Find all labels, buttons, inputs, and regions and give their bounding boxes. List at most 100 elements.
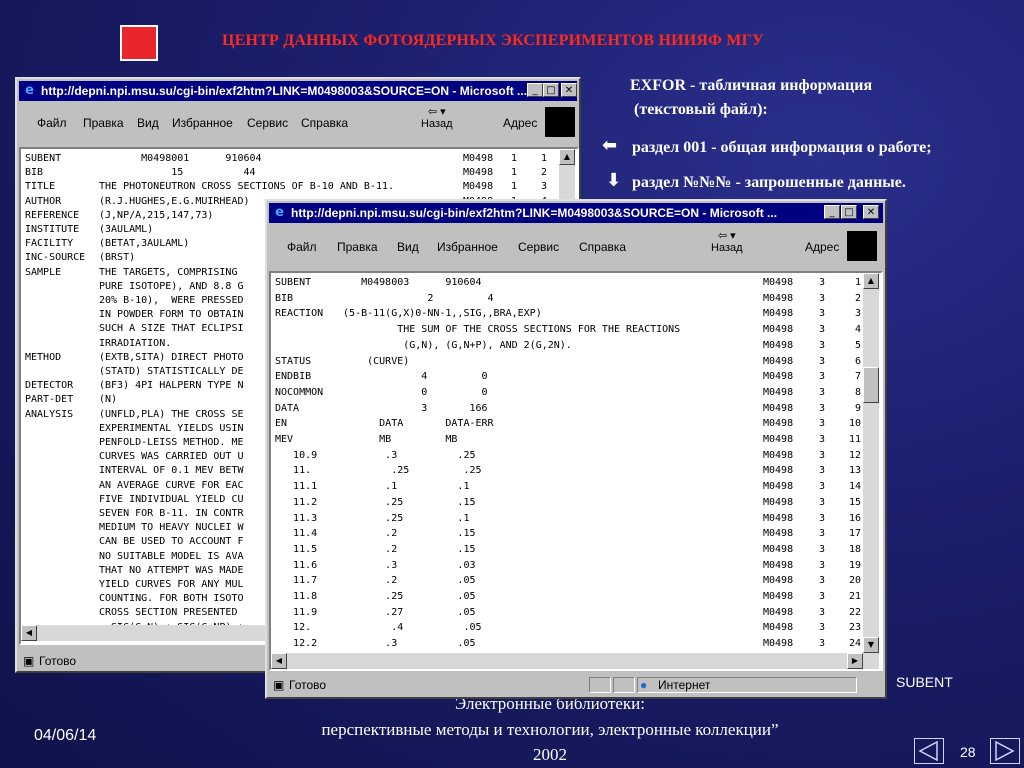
record-subentry: 3 [819, 512, 826, 524]
data-row: 11.7 .2 .05 M0498 3 20 [275, 573, 869, 589]
maximize-button[interactable]: □ [543, 83, 559, 97]
record-subentry: 3 [819, 481, 826, 493]
record-content: .25 .05 [331, 591, 476, 602]
close-button[interactable]: ✕ [561, 83, 577, 97]
back-label: Назад [421, 118, 453, 130]
record-keyword: MEV [275, 434, 294, 445]
menu-edit[interactable]: Правка [337, 240, 378, 254]
record-subentry: 3 [819, 543, 826, 555]
record-subentry: 3 [819, 575, 826, 587]
address-label[interactable]: Адрес [805, 240, 839, 254]
record-keyword: 11.9 [275, 606, 318, 618]
record-subentry: 3 [819, 308, 826, 320]
menu-tools[interactable]: Сервис [518, 240, 559, 254]
record-keyword: 11.1 [275, 481, 318, 493]
record-entry: M0498 [763, 512, 794, 524]
record-line: 22 [848, 606, 861, 618]
record-content: 0 0 [331, 386, 488, 398]
record-line: 24 [848, 638, 861, 650]
record-content: THE SUM OF THE CROSS SECTIONS FOR THE RE… [331, 324, 681, 336]
data-row: REACTION (5-B-11(G,X)0-NN-1,,SIG,,BRA,EX… [275, 306, 869, 322]
record-content: .2 .15 [331, 528, 476, 540]
slide-title: ЦЕНТР ДАННЫХ ФОТОЯДЕРНЫХ ЭКСПЕРИМЕНТОВ Н… [222, 32, 764, 49]
address-label[interactable]: Адрес [503, 116, 537, 130]
record-subentry: 3 [819, 622, 826, 634]
horizontal-scrollbar[interactable]: ◀▶ [271, 653, 879, 669]
record-keyword: 12. [275, 622, 312, 634]
status-text: Готово [289, 678, 327, 692]
menu-edit[interactable]: Правка [83, 116, 124, 130]
scroll-down-button[interactable]: ▼ [863, 637, 879, 653]
scroll-thumb[interactable] [863, 367, 879, 403]
record-line: 15 [848, 496, 861, 508]
record-line: 11 [848, 434, 861, 445]
page-icon: ▣ [273, 678, 285, 692]
record-entry: M0498 [763, 496, 794, 508]
arrow-left-icon: ⬅ [602, 135, 618, 156]
data-row: BIB 2 4 M0498 3 2 [275, 291, 869, 307]
menu-file[interactable]: Файл [37, 116, 67, 130]
menu-favorites[interactable]: Избранное [437, 240, 498, 254]
record-line: 4 [854, 324, 861, 336]
prev-slide-button[interactable] [914, 738, 944, 764]
menu-help[interactable]: Справка [301, 116, 348, 130]
ie-icon: e [25, 83, 34, 98]
data-row: (G,N), (G,N+P), AND 2(G,2N). M0498 3 5 [275, 338, 869, 354]
back-button[interactable]: ⇦ ▾ Назад [711, 229, 743, 254]
record-entry: M0498 [763, 606, 794, 618]
bullet-section-data: раздел №№№ - запрошенные данные. [632, 174, 906, 191]
exfor-subheading: (текстовый файл): [634, 101, 768, 118]
record-subentry: 3 [819, 339, 826, 351]
record-subentry: 3 [819, 606, 826, 618]
scroll-left-button[interactable]: ◀ [271, 653, 287, 669]
record-subentry: 3 [819, 434, 826, 445]
status-cell [613, 677, 635, 693]
record-subentry: 3 [819, 355, 826, 367]
back-arrow-icon: ⇦ ▾ [717, 230, 736, 242]
scroll-up-button[interactable]: ▲ [559, 149, 575, 165]
menu-help[interactable]: Справка [579, 240, 626, 254]
record-keyword: 11.6 [275, 559, 318, 571]
record-content: (CURVE) [331, 355, 410, 367]
data-row: ENDBIB 4 0 M0498 3 7 [275, 369, 869, 385]
back-label: Назад [711, 242, 743, 254]
scroll-right-button[interactable]: ▶ [847, 653, 863, 669]
maximize-button[interactable]: □ [841, 205, 857, 219]
page-icon: ▣ [23, 654, 35, 668]
next-slide-button[interactable] [990, 738, 1020, 764]
minimize-button[interactable]: _ [824, 205, 840, 219]
record-keyword: 11. [275, 465, 312, 477]
menu-view[interactable]: Вид [137, 116, 159, 130]
menu-tools[interactable]: Сервис [247, 116, 288, 130]
close-button[interactable]: ✕ [863, 205, 879, 219]
record-entry: M0498 [763, 371, 794, 383]
window-title: http://depni.npi.msu.su/cgi-bin/exf2htm?… [41, 84, 528, 98]
browser-window-subent-003[interactable]: e http://depni.npi.msu.su/cgi-bin/exf2ht… [265, 199, 887, 699]
menu-favorites[interactable]: Избранное [172, 116, 233, 130]
record-entry: M0498 [763, 292, 794, 304]
record-line: 6 [854, 355, 861, 367]
record-line: 12 [848, 449, 861, 461]
scroll-left-button[interactable]: ◀ [21, 625, 37, 641]
vertical-scrollbar[interactable]: ▲▼ [863, 273, 879, 653]
minimize-button[interactable]: _ [527, 83, 543, 97]
data-row: 12.2 .3 .05 M0498 3 24 [275, 636, 869, 652]
institute-logo [120, 25, 158, 61]
record-line: 7 [854, 371, 861, 383]
record-keyword: SUBENT [275, 277, 312, 288]
data-row: MEV MB MB M0498 3 11 [275, 432, 869, 448]
menu-view[interactable]: Вид [397, 240, 419, 254]
record-entry: M0498 [763, 277, 794, 288]
record-line: 20 [848, 575, 861, 587]
data-row: 11.4 .2 .15 M0498 3 17 [275, 526, 869, 542]
menu-file[interactable]: Файл [287, 240, 317, 254]
document-content: SUBENT M0498003 910604 M0498 3 1 BIB 2 4 M049… [269, 271, 883, 671]
scroll-up-button[interactable]: ▲ [863, 273, 879, 289]
window-titlebar[interactable]: e http://depni.npi.msu.su/cgi-bin/exf2ht… [269, 203, 883, 223]
back-button[interactable]: ⇦ ▾ Назад [421, 105, 453, 130]
data-row: STATUS (CURVE) M0498 3 6 [275, 354, 869, 370]
menu-bar: Файл Правка Вид Избранное Сервис Справка… [19, 103, 577, 143]
footer-line-3: 2002 [533, 745, 567, 764]
record-keyword: REACTION [275, 308, 324, 320]
window-titlebar[interactable]: e http://depni.npi.msu.su/cgi-bin/exf2ht… [19, 81, 577, 101]
